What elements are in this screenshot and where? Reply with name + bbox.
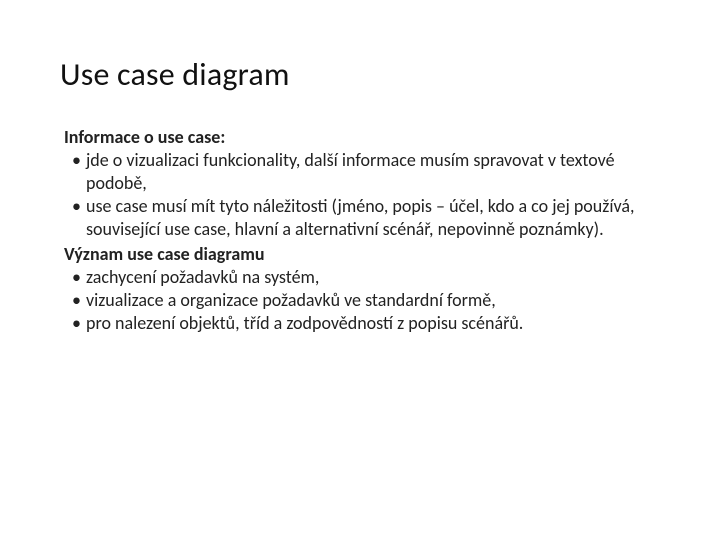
list-item: pro nalezení objektů, tříd a zodpovědnos… — [72, 312, 660, 335]
slide: Use case diagram Informace o use case: j… — [0, 0, 720, 540]
section2-heading: Význam use case diagramu — [60, 243, 660, 266]
list-item: zachycení požadavků na systém, — [72, 266, 660, 289]
slide-body: Informace o use case: jde o vizualizaci … — [60, 126, 660, 335]
list-item: use case musí mít tyto náležitosti (jmén… — [72, 195, 660, 241]
section2-list: zachycení požadavků na systém, vizualiza… — [60, 266, 660, 335]
section1-list: jde o vizualizaci funkcionality, další i… — [60, 149, 660, 241]
section1-heading: Informace o use case: — [60, 126, 660, 149]
slide-title: Use case diagram — [60, 55, 660, 94]
list-item: vizualizace a organizace požadavků ve st… — [72, 289, 660, 312]
list-item: jde o vizualizaci funkcionality, další i… — [72, 149, 660, 195]
